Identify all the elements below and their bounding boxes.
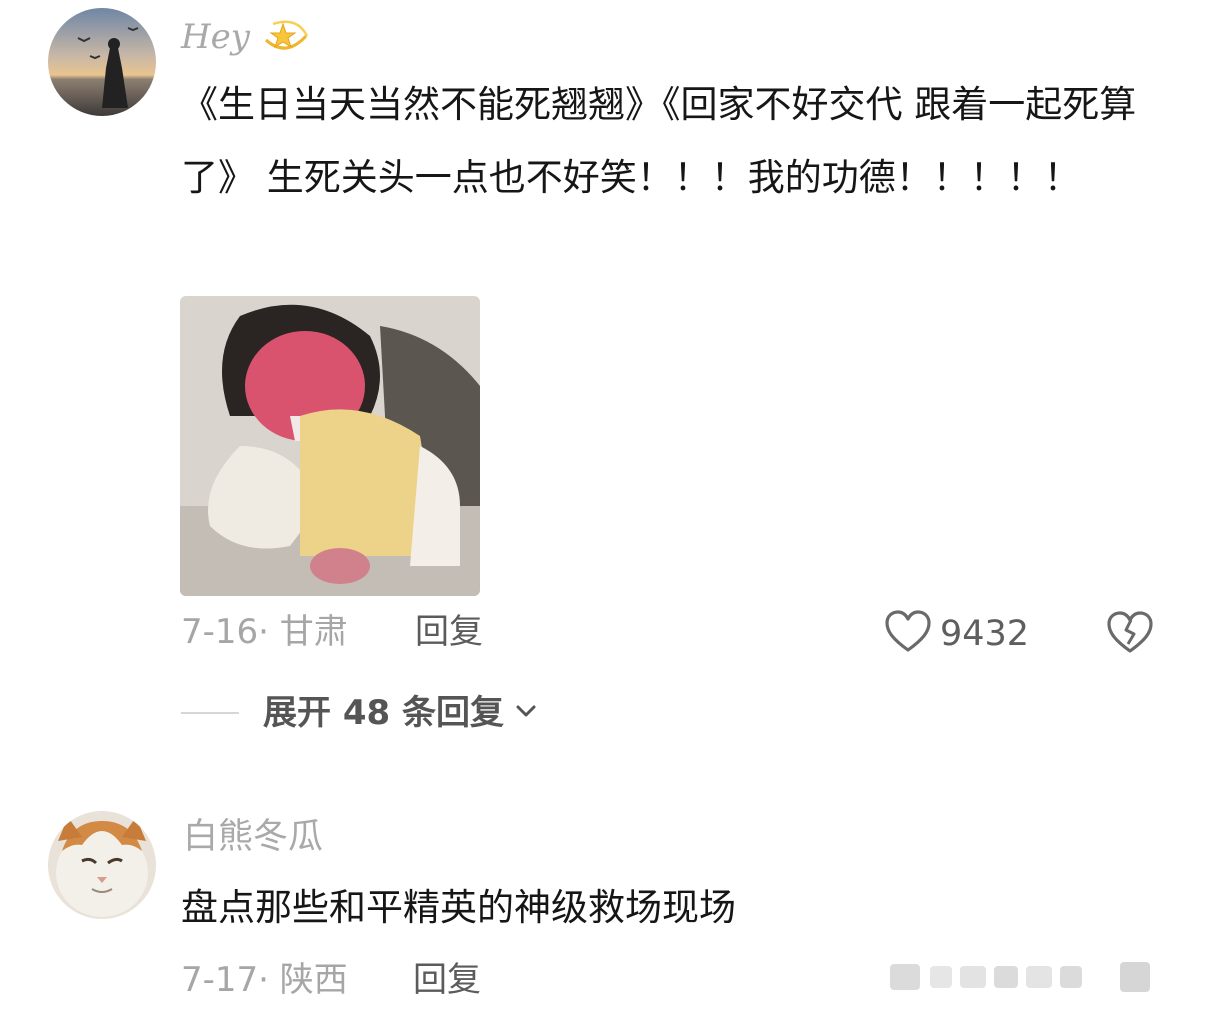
avatar[interactable] [48,8,156,116]
broken-heart-icon [1106,611,1154,660]
heart-icon [884,610,932,658]
dislike-button[interactable] [1106,610,1154,660]
username-text: Hey [181,17,250,57]
expand-replies[interactable]: 展开 48 条回复 [181,696,538,730]
reply-button[interactable]: 回复 [413,963,481,997]
comment-image[interactable] [180,296,480,596]
expand-replies-label: 展开 48 条回复 [263,693,504,733]
reply-button[interactable]: 回复 [415,615,483,649]
divider-line [181,712,239,714]
username[interactable]: 白熊冬瓜 [183,820,323,855]
blurred-actions [890,960,1160,1000]
comment-text: 盘点那些和平精英的神级救场现场 [181,886,736,929]
avatar[interactable] [48,811,156,919]
like-button[interactable]: 9432 [884,610,1029,658]
comment-date-location: 7-16· 甘肃 [181,612,348,652]
comment-text: 《生日当天当然不能死翘翘》《回家不好交代 跟着一起死算了》 生死关头一点也不好笑… [181,83,1137,199]
comment-date-location: 7-17· 陕西 [181,960,348,1000]
chevron-down-icon [514,703,538,723]
dizzy-star-icon [261,16,311,62]
username[interactable]: Hey [181,16,311,62]
like-count: 9432 [940,613,1030,654]
